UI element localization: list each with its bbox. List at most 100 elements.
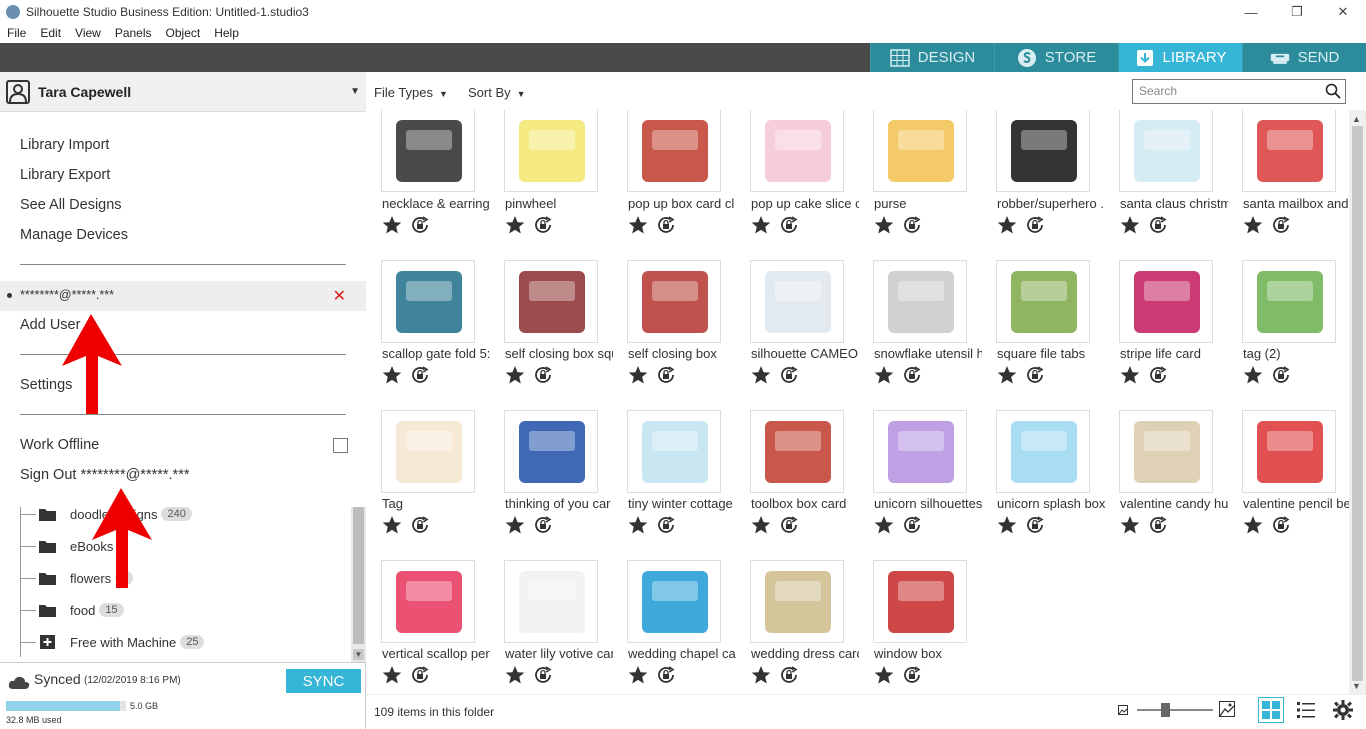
design-card[interactable]: purse <box>859 110 982 260</box>
design-card[interactable]: pop up cake slice c <box>736 110 859 260</box>
design-card[interactable]: square file tabs <box>982 260 1105 410</box>
design-card[interactable]: silhouette CAMEO. <box>736 260 859 410</box>
cloud-sync-lock-icon[interactable] <box>1148 215 1168 235</box>
restore-button[interactable]: ❐ <box>1274 0 1320 24</box>
design-thumbnail[interactable] <box>627 410 721 493</box>
design-thumbnail[interactable] <box>627 110 721 192</box>
cloud-sync-lock-icon[interactable] <box>1025 365 1045 385</box>
design-thumbnail[interactable] <box>750 260 844 343</box>
star-icon[interactable] <box>997 515 1017 535</box>
scroll-down-icon[interactable]: ▼ <box>353 649 364 660</box>
cloud-sync-lock-icon[interactable] <box>656 515 676 535</box>
cloud-sync-lock-icon[interactable] <box>1025 215 1045 235</box>
cloud-sync-lock-icon[interactable] <box>533 515 553 535</box>
work-offline-checkbox[interactable] <box>333 438 348 453</box>
design-card[interactable]: santa claus christm <box>1105 110 1228 260</box>
design-card[interactable]: valentine candy hu <box>1105 410 1228 560</box>
cloud-sync-lock-icon[interactable] <box>902 365 922 385</box>
design-card[interactable]: window box <box>859 560 982 694</box>
star-icon[interactable] <box>505 515 525 535</box>
tab-send[interactable]: SEND <box>1242 43 1366 72</box>
remove-account-icon[interactable]: ✕ <box>333 286 346 306</box>
sign-out-item[interactable]: Sign Out ********@*****.*** <box>20 467 189 483</box>
gear-icon[interactable] <box>1333 700 1353 720</box>
star-icon[interactable] <box>505 665 525 685</box>
star-icon[interactable] <box>874 215 894 235</box>
design-card[interactable]: snowflake utensil h <box>859 260 982 410</box>
star-icon[interactable] <box>505 365 525 385</box>
cloud-sync-lock-icon[interactable] <box>779 215 799 235</box>
menu-file[interactable]: File <box>0 26 33 40</box>
manage-devices-item[interactable]: Manage Devices <box>20 227 128 243</box>
sidebar-scrollbar[interactable]: ▼ <box>351 507 366 662</box>
design-thumbnail[interactable] <box>873 110 967 192</box>
grid-view-button[interactable] <box>1258 697 1284 723</box>
star-icon[interactable] <box>751 515 771 535</box>
star-icon[interactable] <box>505 215 525 235</box>
design-card[interactable]: water lily votive car <box>490 560 613 694</box>
cloud-sync-lock-icon[interactable] <box>1271 515 1291 535</box>
grid-scrollbar[interactable]: ▲ ▼ <box>1349 110 1366 694</box>
tab-library[interactable]: LIBRARY <box>1118 43 1242 72</box>
design-thumbnail[interactable] <box>1119 110 1213 192</box>
grid-scroll-thumb[interactable] <box>1352 126 1363 681</box>
design-card[interactable]: robber/superhero . <box>982 110 1105 260</box>
design-card[interactable]: tiny winter cottage <box>613 410 736 560</box>
star-icon[interactable] <box>1120 215 1140 235</box>
cloud-sync-lock-icon[interactable] <box>902 665 922 685</box>
design-thumbnail[interactable] <box>873 260 967 343</box>
design-card[interactable]: wedding dress card <box>736 560 859 694</box>
star-icon[interactable] <box>874 515 894 535</box>
tab-design[interactable]: DESIGN <box>870 43 994 72</box>
star-icon[interactable] <box>997 365 1017 385</box>
menu-panels[interactable]: Panels <box>108 26 159 40</box>
star-icon[interactable] <box>751 365 771 385</box>
cloud-sync-lock-icon[interactable] <box>533 665 553 685</box>
menu-help[interactable]: Help <box>207 26 246 40</box>
cloud-sync-lock-icon[interactable] <box>1148 365 1168 385</box>
folder-food[interactable]: food 15 <box>20 600 124 620</box>
cloud-sync-lock-icon[interactable] <box>779 365 799 385</box>
library-export-item[interactable]: Library Export <box>20 167 110 183</box>
design-thumbnail[interactable] <box>996 260 1090 343</box>
design-thumbnail[interactable] <box>1242 410 1336 493</box>
zoom-slider-thumb[interactable] <box>1161 703 1170 717</box>
design-thumbnail[interactable] <box>1242 260 1336 343</box>
star-icon[interactable] <box>628 215 648 235</box>
design-card[interactable]: toolbox box card <box>736 410 859 560</box>
design-thumbnail[interactable] <box>627 260 721 343</box>
design-card[interactable]: unicorn splash box <box>982 410 1105 560</box>
cloud-sync-lock-icon[interactable] <box>533 365 553 385</box>
design-card[interactable]: thinking of you car <box>490 410 613 560</box>
design-card[interactable]: scallop gate fold 5: <box>367 260 490 410</box>
cloud-sync-lock-icon[interactable] <box>1271 365 1291 385</box>
cloud-sync-lock-icon[interactable] <box>656 665 676 685</box>
star-icon[interactable] <box>1243 215 1263 235</box>
cloud-sync-lock-icon[interactable] <box>1148 515 1168 535</box>
scroll-down-icon[interactable]: ▼ <box>1352 681 1361 691</box>
design-card[interactable]: necklace & earring <box>367 110 490 260</box>
large-image-icon[interactable] <box>1219 701 1235 717</box>
file-types-dropdown[interactable]: File Types ▼ <box>374 85 448 100</box>
star-icon[interactable] <box>628 515 648 535</box>
chevron-down-icon[interactable]: ▼ <box>350 86 360 97</box>
design-thumbnail[interactable] <box>750 410 844 493</box>
cloud-sync-lock-icon[interactable] <box>902 215 922 235</box>
design-thumbnail[interactable] <box>1119 260 1213 343</box>
work-offline-item[interactable]: Work Offline <box>20 437 99 453</box>
design-thumbnail[interactable] <box>873 410 967 493</box>
design-thumbnail[interactable] <box>1242 110 1336 192</box>
design-thumbnail[interactable] <box>504 560 598 643</box>
user-account-header[interactable]: Tara Capewell ▼ <box>0 72 366 112</box>
design-card[interactable]: vertical scallop per <box>367 560 490 694</box>
cloud-sync-lock-icon[interactable] <box>410 365 430 385</box>
star-icon[interactable] <box>751 215 771 235</box>
sidebar-scroll-thumb[interactable] <box>353 507 364 644</box>
design-card[interactable]: tag (2) <box>1228 260 1349 410</box>
star-icon[interactable] <box>1120 365 1140 385</box>
cloud-sync-lock-icon[interactable] <box>656 365 676 385</box>
cloud-sync-lock-icon[interactable] <box>1271 215 1291 235</box>
sort-by-dropdown[interactable]: Sort By ▼ <box>468 85 526 100</box>
cloud-sync-lock-icon[interactable] <box>410 665 430 685</box>
design-card[interactable]: pop up box card cl <box>613 110 736 260</box>
